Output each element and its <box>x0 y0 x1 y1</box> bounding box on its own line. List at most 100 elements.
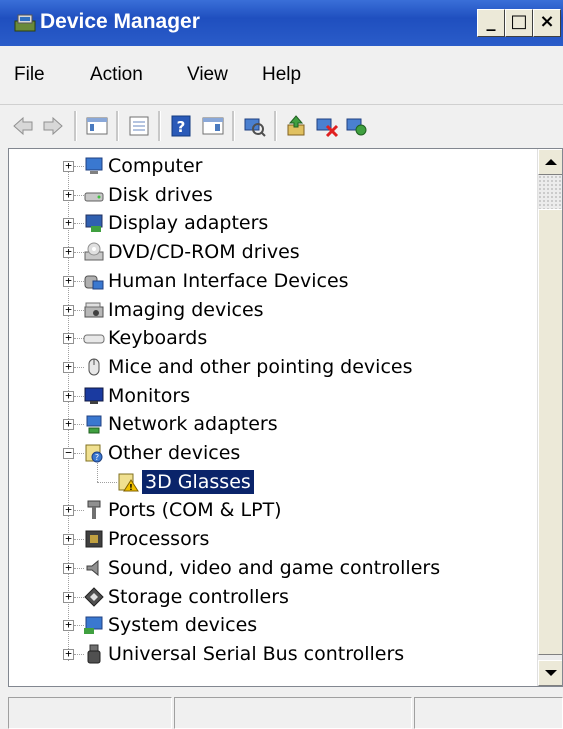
help-icon[interactable]: ? <box>168 113 194 139</box>
tree-node[interactable]: + Ports (COM & LPT) <box>9 497 529 525</box>
tree-node-label: Universal Serial Bus controllers <box>108 642 405 665</box>
scroll-down-button[interactable] <box>538 660 562 686</box>
expand-toggle[interactable]: + <box>63 246 74 259</box>
tree-connector <box>97 462 98 482</box>
tree-node[interactable]: + Mice and other pointing devices <box>9 354 529 382</box>
expand-toggle[interactable]: + <box>63 275 74 287</box>
tree-node-label: Network adapters <box>108 413 278 436</box>
expand-toggle[interactable]: + <box>63 304 74 316</box>
device-manager-icon <box>14 14 36 32</box>
tree-node-label: Display adapters <box>108 212 269 235</box>
toolbar: ? <box>0 104 563 149</box>
scroll-thumb[interactable] <box>538 209 562 655</box>
expand-toggle[interactable]: + <box>63 591 74 603</box>
collapse-toggle[interactable]: − <box>63 447 74 459</box>
tree-node[interactable]: + Universal Serial Bus controllers <box>9 641 529 669</box>
expand-toggle[interactable]: + <box>63 390 74 402</box>
menu-file[interactable]: File <box>14 64 45 86</box>
show-hide-console-tree-icon[interactable] <box>84 113 110 139</box>
tree-node[interactable]: + Imaging devices <box>9 297 529 325</box>
expand-toggle[interactable]: + <box>63 160 74 172</box>
display-adapter-icon <box>85 214 103 233</box>
expand-toggle[interactable]: + <box>63 504 74 517</box>
dvd-drive-icon <box>84 242 104 261</box>
mouse-icon <box>88 358 100 376</box>
sound-icon <box>86 559 99 576</box>
computer-icon <box>85 157 103 174</box>
storage-controller-icon <box>84 586 104 607</box>
expand-toggle[interactable]: + <box>63 332 74 345</box>
device-tree[interactable]: + Computer + Disk drives + Display adapters + D… <box>8 148 563 687</box>
tree-node-label: Other devices <box>108 442 241 464</box>
expand-toggle[interactable]: + <box>63 619 74 632</box>
keyboard-icon <box>83 334 105 344</box>
imaging-device-icon <box>84 302 104 317</box>
tree-node[interactable]: + Network adapters <box>9 411 529 439</box>
expand-toggle[interactable]: + <box>63 562 74 574</box>
window-title: Device Manager <box>40 10 200 33</box>
tree-node-label: Mice and other pointing devices <box>108 355 413 378</box>
tree-node[interactable]: −? Other devices <box>9 440 529 468</box>
tree-node[interactable]: + Processors <box>9 526 529 554</box>
toolbar-separator <box>274 111 277 141</box>
tree-node-label: Disk drives <box>108 183 213 206</box>
tree-node-label: Keyboards <box>108 327 208 350</box>
tree-node-label: 3D Glasses <box>142 469 254 494</box>
tree-node[interactable]: + System devices <box>9 612 529 640</box>
monitor-icon <box>84 387 104 404</box>
action-pane-icon[interactable] <box>200 113 226 139</box>
properties-icon[interactable] <box>126 113 152 139</box>
menu-bar: File Action View Help <box>0 46 563 104</box>
menu-view[interactable]: View <box>187 64 228 86</box>
scroll-up-button[interactable] <box>538 149 562 175</box>
title-bar[interactable]: Device Manager _ □ × <box>0 0 563 46</box>
update-driver-icon[interactable] <box>284 113 310 139</box>
toolbar-separator <box>116 111 119 141</box>
scroll-track[interactable] <box>538 175 562 209</box>
maximize-button[interactable]: □ <box>505 9 533 37</box>
tree-node[interactable]: + Storage controllers <box>9 584 529 612</box>
usb-icon <box>87 644 101 664</box>
hid-icon <box>84 275 104 290</box>
vertical-scrollbar[interactable] <box>537 149 562 686</box>
toolbar-separator <box>158 111 161 141</box>
minimize-button[interactable]: _ <box>477 9 505 37</box>
tree-child-node[interactable]: ! 3D Glasses <box>9 462 529 497</box>
uninstall-icon[interactable] <box>314 113 340 139</box>
expand-toggle[interactable]: + <box>63 533 74 546</box>
tree-node[interactable]: + Computer <box>9 153 529 181</box>
toolbar-separator <box>232 111 235 141</box>
tree-node[interactable]: + Keyboards <box>9 325 529 353</box>
menu-action[interactable]: Action <box>90 64 143 86</box>
tree-node-label: Processors <box>108 528 210 551</box>
svg-text:!: ! <box>129 483 133 492</box>
tree-node-label: Computer <box>108 155 203 177</box>
tree-node-label: System devices <box>108 614 258 637</box>
close-button[interactable]: × <box>533 9 561 37</box>
tree-node[interactable]: + Sound, video and game controllers <box>9 555 529 583</box>
disk-drive-icon <box>84 192 104 202</box>
enable-device-icon[interactable] <box>344 113 370 139</box>
svg-text:?: ? <box>95 453 99 462</box>
expand-toggle[interactable]: + <box>63 361 74 373</box>
tree-node[interactable]: + Display adapters <box>9 210 529 238</box>
tree-connector <box>97 481 117 483</box>
tree-node[interactable]: + Human Interface Devices <box>9 268 529 296</box>
expand-toggle[interactable]: + <box>63 189 74 201</box>
scroll-down-icon <box>545 670 557 676</box>
tree-node[interactable]: + DVD/CD-ROM drives <box>9 239 529 267</box>
menu-help[interactable]: Help <box>262 64 301 86</box>
back-icon[interactable] <box>10 113 36 139</box>
expand-toggle[interactable]: + <box>63 648 74 660</box>
tree-node[interactable]: + Monitors <box>9 383 529 411</box>
forward-icon[interactable] <box>40 113 66 139</box>
processor-icon <box>85 530 103 548</box>
unknown-device-warning-icon: ! <box>118 473 139 492</box>
system-device-icon <box>84 616 103 635</box>
expand-toggle[interactable]: + <box>63 217 74 230</box>
scan-hardware-icon[interactable] <box>242 113 268 139</box>
expand-toggle[interactable]: + <box>63 418 74 431</box>
tree-node[interactable]: + Disk drives <box>9 182 529 210</box>
status-pane-1 <box>8 697 172 729</box>
tree-node-label: Human Interface Devices <box>108 269 349 292</box>
